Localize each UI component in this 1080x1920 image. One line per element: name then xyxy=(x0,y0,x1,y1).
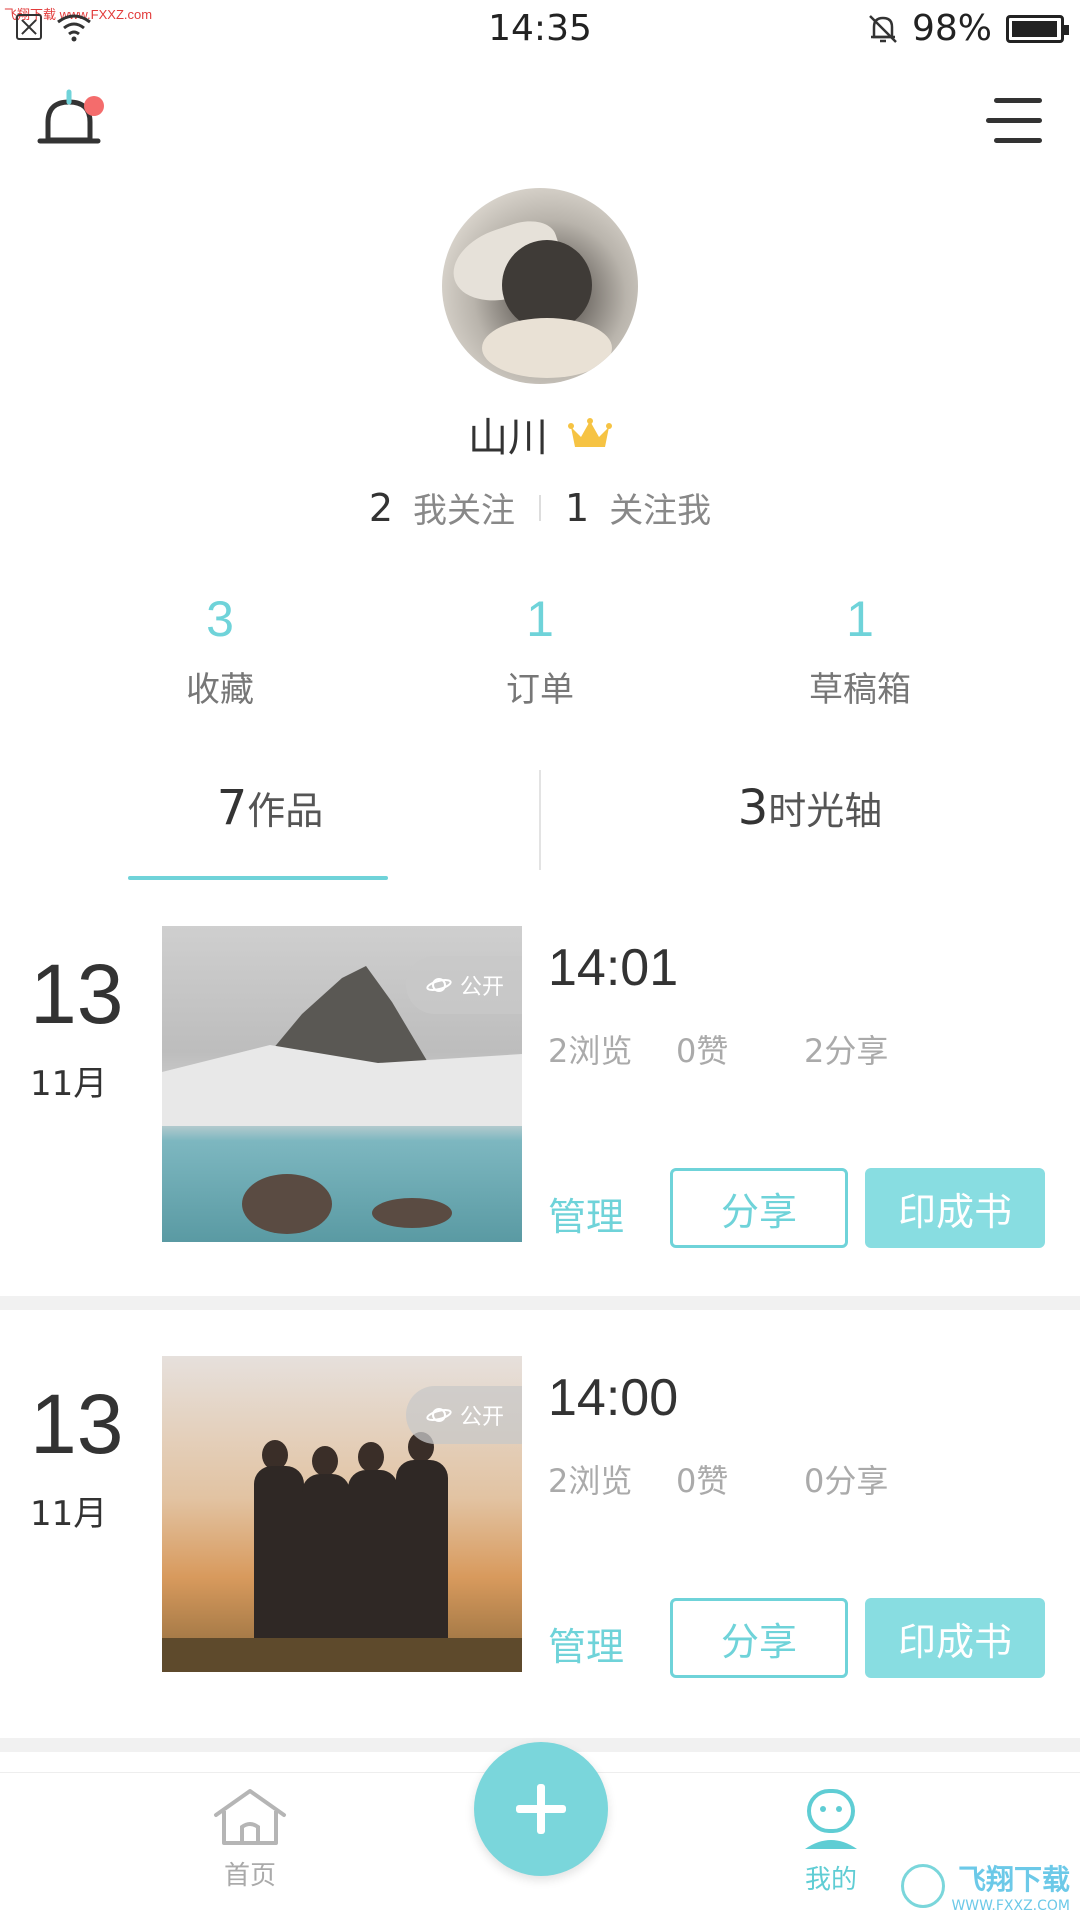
stat-label: 收藏 xyxy=(186,670,254,710)
visibility-badge: 公开 xyxy=(405,1386,522,1444)
planet-icon xyxy=(426,978,452,992)
tab-count: 7 xyxy=(216,780,248,836)
nav-mine[interactable]: 我的 xyxy=(786,1787,876,1896)
crown-icon xyxy=(568,418,612,447)
shares-count: 0分享 xyxy=(804,1462,889,1500)
watermark: 飞翔下载 WWW.FXXZ.COM xyxy=(901,1858,1070,1914)
card-time: 14:01 xyxy=(548,939,679,997)
home-icon xyxy=(214,1789,286,1845)
manage-link[interactable]: 管理 xyxy=(548,1186,624,1241)
work-card[interactable]: 13 11月 公开 14:00 2浏览 0赞 0分享 管理 分享 印成书 xyxy=(0,1356,1080,1752)
shares-count: 2分享 xyxy=(804,1032,889,1070)
card-metrics: 2浏览 0赞 0分享 xyxy=(548,1456,888,1502)
card-metrics: 2浏览 0赞 2分享 xyxy=(548,1026,888,1072)
divider xyxy=(539,494,541,521)
divider xyxy=(0,1296,1080,1310)
active-tab-indicator xyxy=(128,876,388,880)
stat-count: 1 xyxy=(846,591,874,647)
tab-label: 时光轴 xyxy=(768,789,883,833)
watermark-logo-icon xyxy=(901,1864,946,1908)
menu-button[interactable] xyxy=(986,98,1042,148)
mute-bell-icon xyxy=(869,14,897,43)
likes-count: 0赞 xyxy=(676,1032,729,1070)
following-link[interactable]: 我关注 xyxy=(413,483,515,532)
planet-icon xyxy=(426,1408,452,1422)
share-button[interactable]: 分享 xyxy=(670,1168,848,1248)
work-cover-image[interactable]: 公开 xyxy=(162,1356,522,1672)
views-count: 2浏览 xyxy=(548,1462,633,1500)
avatar[interactable] xyxy=(442,188,638,384)
tab-count: 3 xyxy=(737,780,769,836)
menu-icon-line xyxy=(994,98,1042,103)
stat-drafts[interactable]: 1 草稿箱 xyxy=(730,590,990,711)
work-card[interactable]: 13 11月 公开 14:01 2浏览 0赞 2分享 管理 分享 印成书 xyxy=(0,926,1080,1322)
print-book-button[interactable]: 印成书 xyxy=(865,1168,1045,1248)
battery-percent: 98% xyxy=(911,8,992,49)
visibility-label: 公开 xyxy=(459,1405,504,1430)
stat-label: 草稿箱 xyxy=(809,670,911,710)
card-month: 11月 xyxy=(30,1064,108,1104)
views-count: 2浏览 xyxy=(548,1032,633,1070)
likes-count: 0赞 xyxy=(676,1462,729,1500)
watermark-title: 飞翔下载 xyxy=(957,1863,1070,1896)
battery-icon xyxy=(1006,14,1069,43)
visibility-badge: 公开 xyxy=(405,956,522,1014)
username: 山川 xyxy=(468,415,548,461)
status-bar: 飞翔下载 www.FXXZ.com 14:35 98% xyxy=(0,0,1080,56)
manage-link[interactable]: 管理 xyxy=(548,1616,624,1671)
card-month: 11月 xyxy=(30,1494,108,1534)
stats-row: 3 收藏 1 订单 1 草稿箱 xyxy=(0,590,1080,711)
add-button[interactable] xyxy=(474,1742,608,1876)
card-time: 14:00 xyxy=(548,1369,679,1427)
followers-count: 1 xyxy=(565,485,590,530)
nav-mine-label: 我的 xyxy=(804,1865,857,1895)
followers-link[interactable]: 关注我 xyxy=(609,483,711,532)
visibility-label: 公开 xyxy=(459,975,504,1000)
watermark-subtitle: WWW.FXXZ.COM xyxy=(951,1898,1070,1914)
stat-favorites[interactable]: 3 收藏 xyxy=(90,590,350,711)
work-cover-image[interactable]: 公开 xyxy=(162,926,522,1242)
nav-home-label: 首页 xyxy=(223,1861,276,1891)
tab-timeline[interactable]: 3时光轴 xyxy=(540,780,1080,836)
stat-count: 1 xyxy=(526,591,554,647)
stat-label: 订单 xyxy=(506,670,574,710)
card-day: 13 xyxy=(30,1377,124,1471)
following-count: 2 xyxy=(368,485,393,530)
stat-count: 3 xyxy=(206,591,234,647)
user-icon xyxy=(805,1789,857,1849)
card-day: 13 xyxy=(30,947,124,1041)
stat-orders[interactable]: 1 订单 xyxy=(410,590,670,711)
notification-dot xyxy=(84,96,104,116)
print-book-button[interactable]: 印成书 xyxy=(865,1598,1045,1678)
tab-label: 作品 xyxy=(247,789,324,833)
content-tabs: 7作品 3时光轴 xyxy=(0,760,1080,882)
share-button[interactable]: 分享 xyxy=(670,1598,848,1678)
nav-home[interactable]: 首页 xyxy=(205,1787,295,1892)
menu-icon-line xyxy=(994,138,1042,143)
bell-icon[interactable] xyxy=(36,88,106,158)
tab-works[interactable]: 7作品 xyxy=(0,780,540,836)
menu-icon-line xyxy=(986,118,1042,123)
